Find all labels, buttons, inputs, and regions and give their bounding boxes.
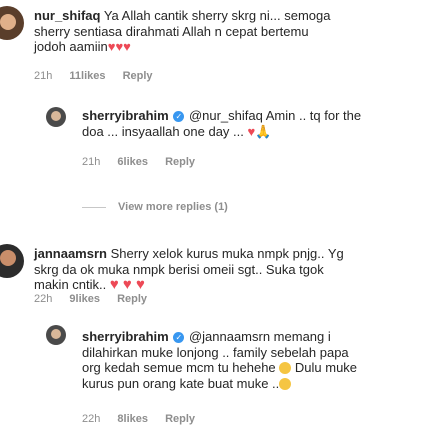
avatar[interactable] — [0, 6, 24, 40]
likes-count[interactable]: 9likes — [69, 293, 100, 305]
reply-button[interactable]: Reply — [165, 413, 195, 425]
verified-badge-icon: ✓ — [173, 111, 185, 122]
timestamp: 22h — [34, 293, 53, 305]
reply-button[interactable]: Reply — [165, 156, 195, 168]
verified-badge-icon: ✓ — [173, 332, 185, 343]
dancer-emoji-icon: 🙏 — [255, 123, 272, 139]
grinning-emoji-icon — [279, 377, 292, 390]
likes-count[interactable]: 8likes — [117, 413, 148, 425]
grinning-emoji-icon — [279, 362, 292, 374]
divider — [82, 206, 106, 208]
comment-text: sherryibrahim ✓ @nur_shifaq Amin .. tq f… — [82, 108, 362, 139]
username[interactable]: sherryibrahim — [82, 108, 169, 123]
timestamp: 21h — [82, 156, 101, 168]
likes-count[interactable]: 6likes — [117, 156, 148, 168]
username[interactable]: jannaamsrn — [34, 246, 107, 261]
avatar[interactable] — [0, 244, 24, 278]
username[interactable]: sherryibrahim — [82, 329, 169, 344]
comment-text: nur_shifaq Ya Allah cantik sherry skrg n… — [34, 8, 331, 54]
reply-button[interactable]: Reply — [117, 293, 147, 305]
reply-button[interactable]: Reply — [123, 70, 153, 82]
comment-meta: 22h 8likes Reply — [82, 413, 209, 425]
heart-emoji-icon: ♥ ♥ ♥ — [109, 276, 145, 293]
view-more-replies-button[interactable]: View more replies (1) — [82, 201, 228, 213]
comment-meta: 21h 11likes Reply — [34, 70, 167, 82]
timestamp: 22h — [82, 413, 101, 425]
username[interactable]: nur_shifaq — [34, 8, 100, 23]
avatar[interactable] — [46, 325, 66, 345]
heart-emoji-icon: ♥♥♥ — [107, 39, 131, 54]
comment-text: jannaamsrn Sherry xelok kurus muka nmpk … — [34, 246, 344, 293]
timestamp: 21h — [34, 70, 53, 82]
comment-text: sherryibrahim ✓ @jannaamsrn memang i dil… — [82, 329, 358, 391]
avatar[interactable] — [46, 107, 66, 127]
likes-count[interactable]: 11likes — [69, 70, 105, 82]
comment-meta: 21h 6likes Reply — [82, 156, 209, 168]
comment-meta: 22h 9likes Reply — [34, 293, 161, 305]
